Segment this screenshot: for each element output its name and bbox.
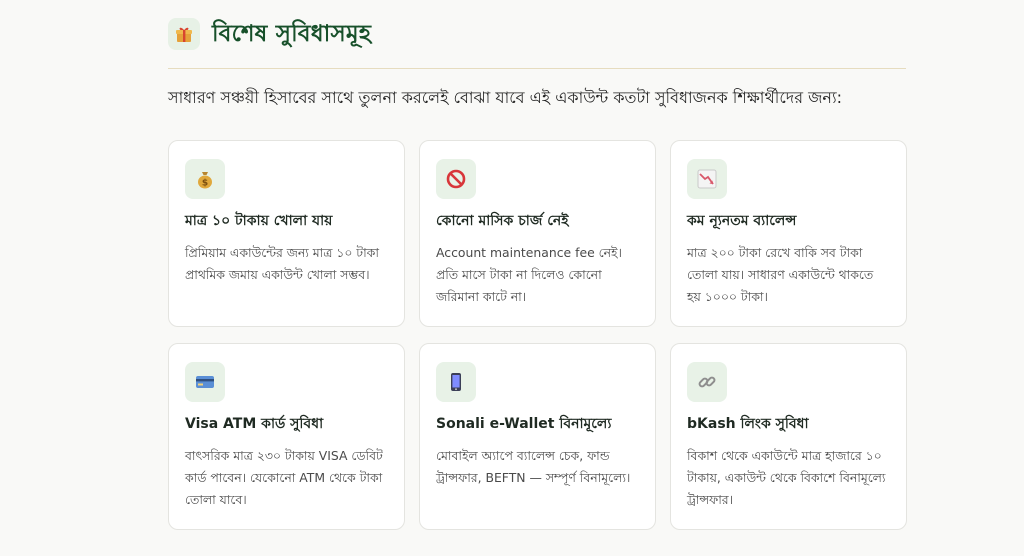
card-description: প্রিমিয়াম একাউন্টের জন্য মাত্র ১০ টাকা … bbox=[185, 245, 379, 282]
page-title: বিশেষ সুবিধাসমূহ bbox=[212, 20, 372, 47]
svg-text:$: $ bbox=[202, 179, 208, 189]
section-divider bbox=[168, 68, 906, 69]
section-heading: বিশেষ সুবিধাসমূহ bbox=[168, 0, 906, 68]
benefit-card-low-opening: $ মাত্র ১০ টাকায় খোলা যায় প্রিমিয়াম এ… bbox=[168, 140, 405, 327]
card-description: বিকাশ থেকে একাউন্টে মাত্র হাজারে ১০ টাকা… bbox=[687, 448, 886, 507]
card-description: Account maintenance fee নেই। প্রতি মাসে … bbox=[436, 245, 622, 304]
card-title: কোনো মাসিক চার্জ নেই bbox=[436, 213, 569, 229]
mobile-phone-icon bbox=[436, 362, 476, 402]
benefits-grid: $ মাত্র ১০ টাকায় খোলা যায় প্রিমিয়াম এ… bbox=[168, 140, 907, 530]
benefit-card-visa-atm: Visa ATM কার্ড সুবিধা বাৎসরিক মাত্র ২৩০ … bbox=[168, 343, 405, 530]
card-title: bKash লিংক সুবিধা bbox=[687, 416, 809, 432]
link-icon bbox=[687, 362, 727, 402]
card-title: কম ন্যূনতম ব্যালেন্স bbox=[687, 213, 797, 229]
benefit-card-no-monthly-charge: কোনো মাসিক চার্জ নেই Account maintenance… bbox=[419, 140, 656, 327]
chart-decreasing-icon bbox=[687, 159, 727, 199]
gift-icon bbox=[168, 18, 200, 50]
card-title: Sonali e-Wallet বিনামূল্যে bbox=[436, 416, 612, 432]
card-title: মাত্র ১০ টাকায় খোলা যায় bbox=[185, 213, 333, 229]
benefit-card-e-wallet: Sonali e-Wallet বিনামূল্যে মোবাইল অ্যাপে… bbox=[419, 343, 656, 530]
benefits-section: বিশেষ সুবিধাসমূহ সাধারণ সঞ্চয়ী হিসাবের … bbox=[168, 0, 907, 530]
card-description: বাৎসরিক মাত্র ২৩০ টাকায় VISA ডেবিট কার্… bbox=[185, 448, 383, 507]
credit-card-icon bbox=[185, 362, 225, 402]
benefit-card-bkash-link: bKash লিংক সুবিধা বিকাশ থেকে একাউন্টে মা… bbox=[670, 343, 907, 530]
benefit-card-low-minimum-balance: কম ন্যূনতম ব্যালেন্স মাত্র ২০০ টাকা রেখে… bbox=[670, 140, 907, 327]
card-description: মোবাইল অ্যাপে ব্যালেন্স চেক, ফান্ড ট্রান… bbox=[436, 448, 631, 485]
prohibited-icon bbox=[436, 159, 476, 199]
card-description: মাত্র ২০০ টাকা রেখে বাকি সব টাকা তোলা যা… bbox=[687, 245, 874, 304]
money-bag-icon: $ bbox=[185, 159, 225, 199]
card-title: Visa ATM কার্ড সুবিধা bbox=[185, 416, 324, 432]
intro-text: সাধারণ সঞ্চয়ী হিসাবের সাথে তুলনা করলেই … bbox=[168, 88, 842, 107]
